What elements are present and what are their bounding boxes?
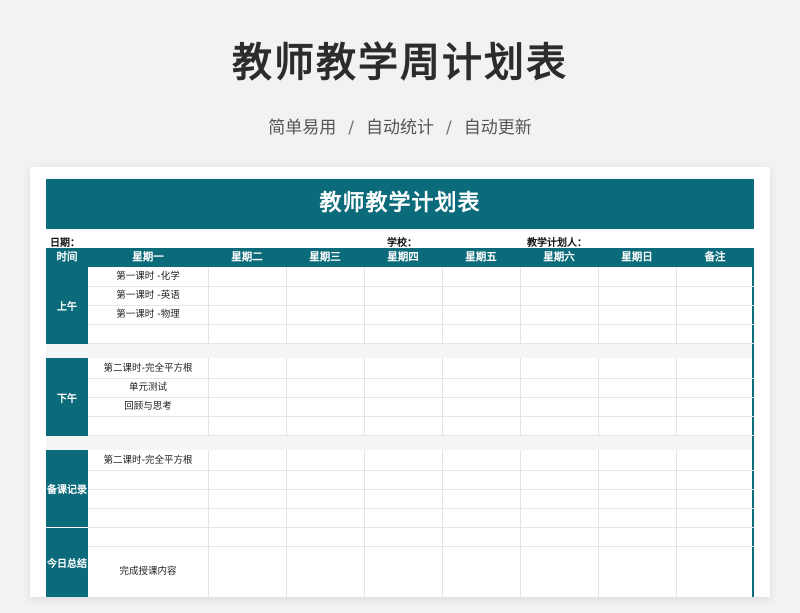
schedule-cell[interactable] — [88, 489, 208, 508]
column-header-row: 时间 星期一 星期二 星期三 星期四 星期五 星期六 星期日 备注 — [46, 248, 754, 267]
header-saturday: 星期六 — [543, 251, 575, 263]
header-monday: 星期一 — [132, 251, 164, 263]
header-sunday: 星期日 — [621, 251, 653, 263]
feature-auto-stats: 自动统计 — [366, 118, 434, 138]
schedule-cell[interactable]: 第一课时 -英语 — [88, 286, 208, 305]
grid-line — [442, 267, 443, 597]
feature-easy: 简单易用 — [268, 118, 337, 138]
schedule-cell[interactable] — [88, 324, 208, 343]
spreadsheet-preview-card: 教师教学计划表 日期： 学校： 教学计划人： 时间 星期一 星期二 星期三 星期… — [30, 167, 770, 597]
separator: / — [348, 118, 354, 138]
section-separator — [46, 344, 752, 358]
schedule-cell[interactable]: 单元测试 — [88, 378, 208, 397]
grid-line — [598, 267, 599, 597]
schedule-grid: 上午 下午 备课记录 今日总结 第一课时 -化学 第一课时 -英语 第一课时 -… — [46, 267, 754, 597]
section-label-daily-summary: 今日总结 — [46, 528, 88, 597]
grid-line — [676, 267, 677, 597]
planner-label: 教学计划人： — [527, 238, 587, 249]
section-label-morning: 上午 — [46, 267, 88, 344]
grid-line — [520, 267, 521, 597]
sheet-title: 教师教学计划表 — [46, 179, 754, 229]
schedule-cell[interactable]: 第一课时 -物理 — [88, 305, 208, 324]
schedule-cell[interactable]: 第二课时-完全平方根 — [88, 451, 208, 470]
header-thursday: 星期四 — [387, 251, 419, 263]
header-wednesday: 星期三 — [309, 251, 341, 263]
grid-line — [208, 267, 209, 597]
section-label-prep-notes: 备课记录 — [46, 450, 88, 527]
school-label: 学校： — [387, 238, 417, 249]
schedule-cell[interactable] — [88, 416, 208, 435]
feature-tagline: 简单易用 / 自动统计 / 自动更新 — [0, 113, 800, 138]
schedule-cell[interactable]: 第一课时 -化学 — [88, 267, 208, 286]
section-separator — [46, 436, 752, 450]
page-title: 教师教学周计划表 — [232, 40, 568, 86]
header-time: 时间 — [56, 251, 78, 263]
header-friday: 星期五 — [465, 251, 497, 263]
separator: / — [446, 118, 452, 138]
grid-line — [88, 527, 754, 528]
schedule-cell[interactable] — [88, 508, 208, 527]
schedule-cell[interactable]: 回顾与思考 — [88, 397, 208, 416]
grid-line — [88, 546, 754, 547]
grid-line — [364, 267, 365, 597]
section-label-afternoon: 下午 — [46, 358, 88, 436]
header-notes: 备注 — [704, 251, 726, 263]
grid-line — [286, 267, 287, 597]
date-label: 日期： — [50, 238, 80, 249]
header-tuesday: 星期二 — [231, 251, 263, 263]
schedule-cell[interactable] — [88, 470, 208, 489]
feature-auto-update: 自动更新 — [463, 118, 532, 138]
spreadsheet: 教师教学计划表 日期： 学校： 教学计划人： 时间 星期一 星期二 星期三 星期… — [46, 179, 754, 597]
grid-border — [752, 267, 754, 597]
info-row: 日期： 学校： 教学计划人： — [46, 232, 754, 249]
schedule-cell[interactable]: 第二课时-完全平方根 — [88, 359, 208, 378]
summary-cell[interactable]: 完成授课内容 — [88, 552, 208, 592]
